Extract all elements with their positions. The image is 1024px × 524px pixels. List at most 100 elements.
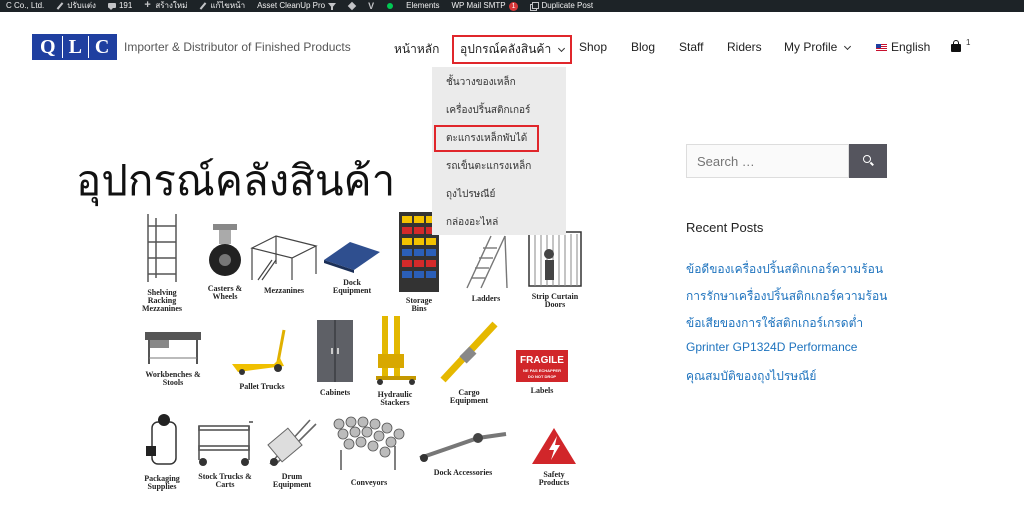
catalog-label: Workbenches & Stools xyxy=(145,370,201,387)
shelving-icon xyxy=(147,214,177,282)
duplicate-post-label: Duplicate Post xyxy=(541,1,594,10)
catalog-item: Cargo Equipment xyxy=(436,320,502,405)
catalog-label: Drum Equipment xyxy=(272,472,312,489)
admin-elements[interactable]: Elements xyxy=(400,0,445,12)
catalog-item: Mezzanines xyxy=(248,230,320,295)
submenu-item-steel-cage-trolley[interactable]: รถเข็นตะแกรงเหล็ก xyxy=(446,159,531,174)
catalog-label: Stock Trucks & Carts xyxy=(198,472,252,489)
catalog-item: Workbenches & Stools xyxy=(142,330,204,387)
admin-asset-cleanup[interactable]: Asset CleanUp Pro xyxy=(251,0,342,12)
catalog-item: Conveyors xyxy=(328,410,410,487)
submenu-item-sticker-printer[interactable]: เครื่องปริ้นสติกเกอร์ xyxy=(446,103,530,118)
admin-site-name[interactable]: C Co., Ltd. xyxy=(0,0,50,12)
elements-label: Elements xyxy=(406,1,440,10)
submenu-label: ตะแกรงเหล็กพับได้ xyxy=(446,133,528,144)
catalog-item: Casters & Wheels xyxy=(200,222,250,301)
catalog-label: Ladders xyxy=(471,294,501,303)
tape-dispenser-icon xyxy=(146,414,177,465)
catalog-label: Dock Equipment xyxy=(332,278,372,295)
mezzanine-icon xyxy=(250,235,318,281)
chevron-down-icon xyxy=(844,42,852,51)
admin-comments[interactable]: 191 xyxy=(102,0,138,12)
catalog-item: Dock Equipment xyxy=(320,236,384,295)
catalog-label: Casters & Wheels xyxy=(207,284,243,301)
catalog-item: Hydraulic Stackers xyxy=(368,314,422,407)
nav-language-label: English xyxy=(891,40,931,54)
dock-accessory-icon xyxy=(419,432,507,462)
admin-duplicate-post[interactable]: Duplicate Post xyxy=(524,0,599,12)
catalog-label: Storage Bins xyxy=(405,296,433,313)
nav-warehouse-equipment[interactable]: อุปกรณ์คลังสินค้า xyxy=(452,35,573,64)
catalog-label: Cabinets xyxy=(319,388,351,397)
catalog-item: Packaging Supplies xyxy=(134,412,190,491)
nav-language[interactable]: English xyxy=(876,40,930,54)
admin-bar: C Co., Ltd. ปรับแต่ง 191 สร้างใหม่ แก้ไข… xyxy=(0,0,1024,12)
cart-bag xyxy=(951,44,961,52)
admin-customize[interactable]: ปรับแต่ง xyxy=(50,0,102,12)
catalog-item: Shelving Racking Mezzanines xyxy=(130,212,194,313)
submenu-item-postal-bags[interactable]: ถุงไปรษณีย์ xyxy=(446,187,495,202)
nav-home[interactable]: หน้าหลัก xyxy=(394,40,439,59)
nav-blog[interactable]: Blog xyxy=(631,40,655,54)
nav-my-profile[interactable]: My Profile xyxy=(784,40,852,54)
catalog-item: Ladders xyxy=(458,232,514,303)
workbench-icon xyxy=(145,332,201,364)
submenu-label: ถุงไปรษณีย์ xyxy=(446,189,496,200)
catalog-item: Stock Trucks & Carts xyxy=(190,420,260,489)
cargo-strap-icon xyxy=(440,321,498,383)
admin-new[interactable]: สร้างใหม่ xyxy=(138,0,193,12)
pallet-truck-icon xyxy=(232,329,286,375)
nav-home-label: หน้าหลัก xyxy=(394,42,440,56)
nav-staff-label: Staff xyxy=(679,40,704,54)
cart-count: 1 xyxy=(966,38,971,47)
admin-diamond[interactable] xyxy=(342,0,362,12)
nav-blog-label: Blog xyxy=(631,40,656,54)
product-catalog-image: Shelving Racking Mezzanines Casters & Wh… xyxy=(130,210,600,510)
admin-wp-mail-smtp[interactable]: WP Mail SMTP 1 xyxy=(446,0,525,12)
submenu-label: รถเข็นตะแกรงเหล็ก xyxy=(446,161,532,172)
submenu-item-steel-shelves[interactable]: ชั้นวางของเหล็ก xyxy=(446,75,516,90)
recent-post-link[interactable]: ข้อดีของเครื่องปริ้นสติกเกอร์ความร้อน xyxy=(686,260,883,279)
search-input[interactable] xyxy=(687,145,848,177)
catalog-item: Drum Equipment xyxy=(260,416,324,489)
new-label: สร้างใหม่ xyxy=(155,1,188,10)
edit-page-label: แก้ไขหน้า xyxy=(210,1,246,10)
plus-icon xyxy=(144,0,152,11)
stock-truck-icon xyxy=(198,421,253,466)
nav-staff[interactable]: Staff xyxy=(679,40,703,54)
recent-post-link[interactable]: Gprinter GP1324D Performance xyxy=(686,340,857,354)
recent-post-link[interactable]: ข้อเสียของการใช้สติกเกอร์เกรดต่ำ xyxy=(686,314,863,333)
catalog-label: Shelving Racking Mezzanines xyxy=(142,288,182,313)
us-flag-icon xyxy=(876,44,887,51)
search-button[interactable] xyxy=(849,144,887,178)
fragile-text: FRAGILE xyxy=(520,355,564,366)
caster-wheel-icon xyxy=(209,224,241,276)
catalog-item: Pallet Trucks xyxy=(230,328,294,391)
status-dot-icon xyxy=(386,2,394,10)
submenu-label: ชั้นวางของเหล็ก xyxy=(446,77,516,88)
recent-post-link[interactable]: คุณสมบัติของถุงไปรษณีย์ xyxy=(686,367,816,386)
submenu-item-folding-steel-cage[interactable]: ตะแกรงเหล็กพับได้ xyxy=(434,125,540,152)
submenu-label: เครื่องปริ้นสติกเกอร์ xyxy=(446,105,531,116)
chevron-down-icon xyxy=(558,44,566,53)
strip-curtain-icon xyxy=(528,231,582,287)
asset-cleanup-label: Asset CleanUp Pro xyxy=(257,1,326,10)
submenu-item-parts-bins[interactable]: กล่องอะไหล่ xyxy=(446,215,498,230)
cart-icon[interactable] xyxy=(950,40,962,52)
admin-edit-page[interactable]: แก้ไขหน้า xyxy=(193,0,251,12)
catalog-label: Packaging Supplies xyxy=(144,474,180,491)
nav-riders-label: Riders xyxy=(727,40,762,54)
dock-plate-icon xyxy=(324,242,380,273)
filter-icon xyxy=(328,2,337,10)
recent-posts-title: Recent Posts xyxy=(686,220,764,235)
admin-status-dot[interactable] xyxy=(380,0,400,12)
catalog-label: Dock Accessories xyxy=(433,468,493,477)
recent-post-link[interactable]: การรักษาเครื่องปริ้นสติกเกอร์ความร้อน xyxy=(686,287,887,306)
nav-shop[interactable]: Shop xyxy=(579,40,607,54)
nav-shop-label: Shop xyxy=(579,40,608,54)
search-box xyxy=(686,144,849,178)
admin-v[interactable]: V xyxy=(362,0,380,12)
catalog-item: Strip Curtain Doors xyxy=(524,230,586,309)
nav-riders[interactable]: Riders xyxy=(727,40,762,54)
catalog-item: Safety Products xyxy=(526,426,582,487)
